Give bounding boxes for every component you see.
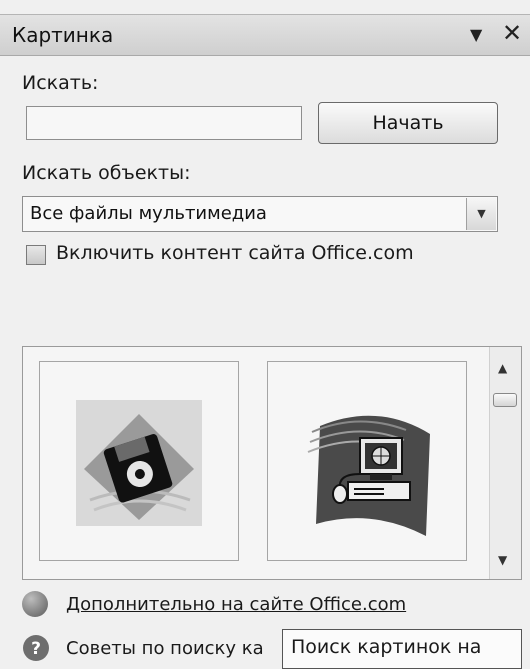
- floppy-disk-icon: [76, 400, 202, 526]
- go-button[interactable]: Начать: [318, 102, 498, 144]
- search-input[interactable]: [26, 106, 302, 140]
- chevron-down-icon[interactable]: ▼: [466, 198, 496, 230]
- office-content-label: Включить контент сайта Office.com: [56, 242, 414, 264]
- office-content-checkbox[interactable]: [26, 245, 46, 265]
- more-on-office-link[interactable]: Дополнительно на сайте Office.com: [66, 594, 406, 615]
- result-tile[interactable]: [267, 361, 467, 561]
- office-globe-icon: [22, 591, 48, 617]
- networked-computer-icon: [307, 415, 430, 536]
- results-scrollbar[interactable]: ▲ ▼: [489, 347, 521, 579]
- pane-title: Картинка: [12, 23, 114, 47]
- scroll-up-icon[interactable]: ▲: [498, 361, 507, 375]
- media-type-select[interactable]: Все файлы мультимедиа ▼: [22, 196, 498, 232]
- results-grid: ▲ ▼: [22, 346, 522, 580]
- media-type-value: Все файлы мультимедиа: [30, 203, 267, 224]
- media-type-label: Искать объекты:: [22, 162, 191, 184]
- close-icon[interactable]: ✕: [502, 19, 522, 47]
- task-pane-titlebar: Картинка ▼ ✕: [0, 14, 530, 56]
- tooltip: Поиск картинок на: [282, 629, 522, 669]
- result-tile[interactable]: [39, 361, 239, 561]
- search-label: Искать:: [22, 72, 99, 94]
- search-tips-link[interactable]: Советы по поиску ка: [66, 638, 264, 659]
- help-icon: ?: [23, 635, 49, 661]
- pane-menu-icon[interactable]: ▼: [470, 25, 482, 44]
- scroll-down-icon[interactable]: ▼: [498, 553, 507, 567]
- scroll-thumb[interactable]: [493, 393, 517, 407]
- svg-text:?: ?: [31, 639, 41, 659]
